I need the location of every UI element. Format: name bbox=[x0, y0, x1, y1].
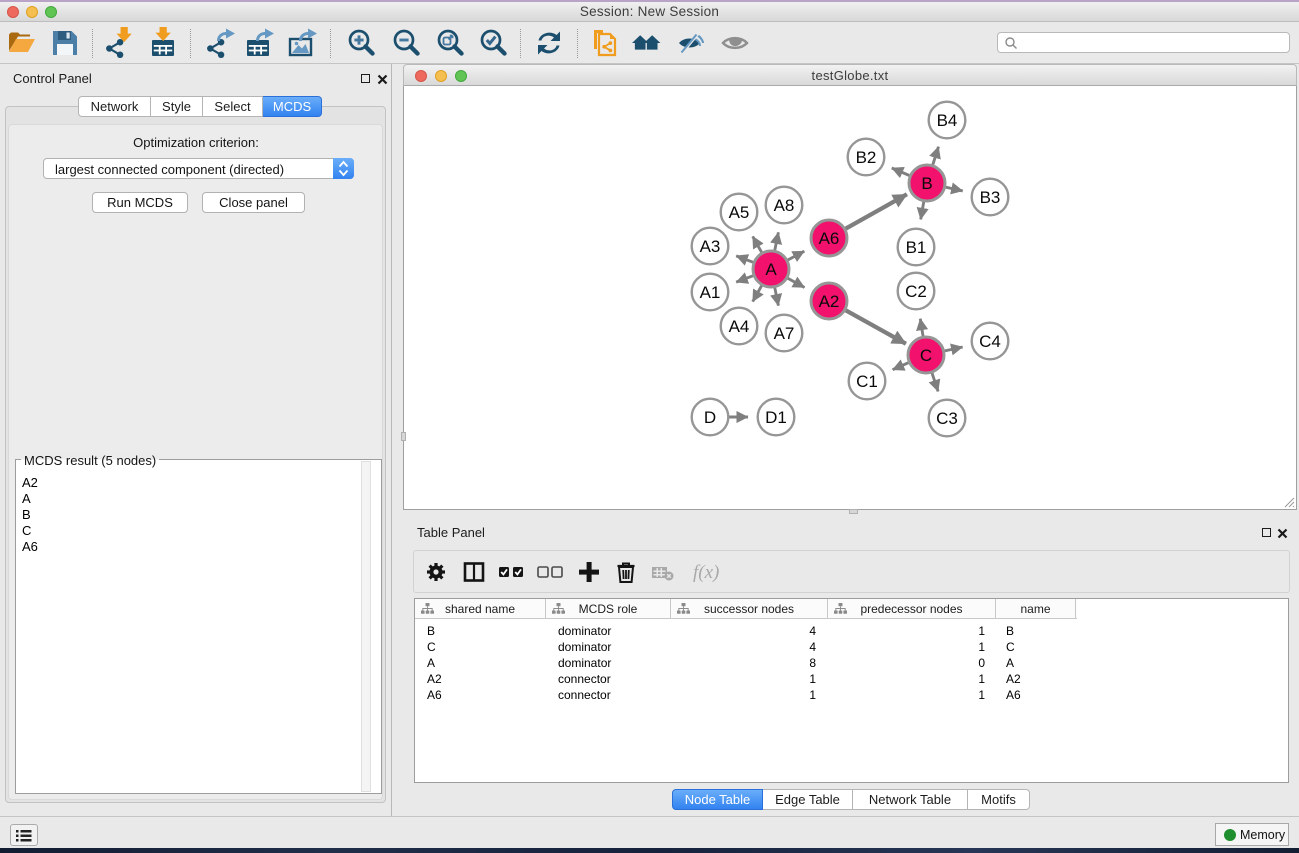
svg-text:f(x): f(x) bbox=[693, 562, 719, 583]
svg-text:A5: A5 bbox=[729, 203, 750, 222]
svg-text:A1: A1 bbox=[700, 283, 721, 302]
svg-text:D: D bbox=[704, 408, 716, 427]
svg-text:B2: B2 bbox=[856, 148, 877, 167]
svg-text:C2: C2 bbox=[905, 282, 927, 301]
svg-text:A8: A8 bbox=[774, 196, 795, 215]
svg-text:A: A bbox=[765, 260, 777, 279]
svg-text:B4: B4 bbox=[937, 111, 958, 130]
svg-text:C: C bbox=[920, 346, 932, 365]
svg-text:A2: A2 bbox=[819, 292, 840, 311]
svg-text:B1: B1 bbox=[906, 238, 927, 257]
svg-text:B: B bbox=[921, 174, 932, 193]
svg-text:A7: A7 bbox=[774, 324, 795, 343]
svg-text:C4: C4 bbox=[979, 332, 1001, 351]
svg-text:B3: B3 bbox=[980, 188, 1001, 207]
svg-text:A6: A6 bbox=[819, 229, 840, 248]
svg-text:D1: D1 bbox=[765, 408, 787, 427]
svg-text:A3: A3 bbox=[700, 237, 721, 256]
svg-text:C3: C3 bbox=[936, 409, 958, 428]
svg-text:A4: A4 bbox=[729, 317, 750, 336]
svg-text:C1: C1 bbox=[856, 372, 878, 391]
